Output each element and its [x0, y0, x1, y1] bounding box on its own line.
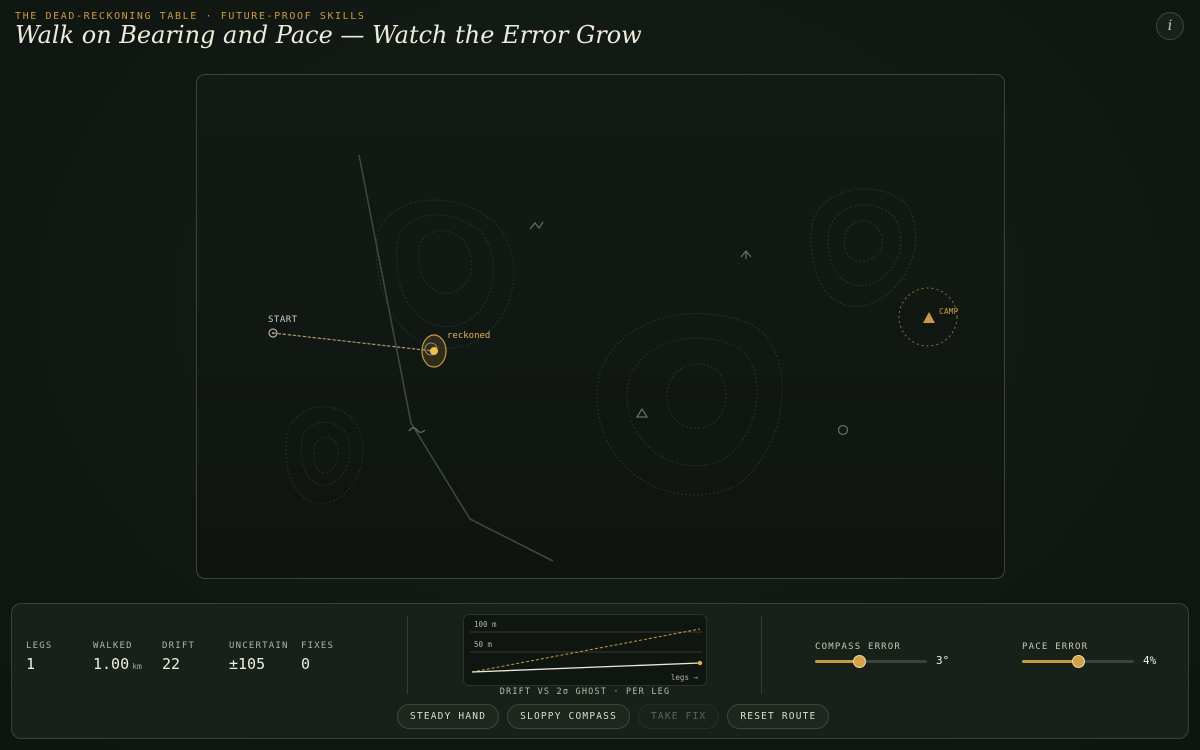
info-icon: i [1167, 18, 1173, 34]
stat-walked-value: 1.00 [93, 655, 130, 673]
pace-error-value: 4% [1143, 654, 1157, 667]
reckoned-label: reckoned [447, 331, 491, 341]
info-button[interactable]: i [1156, 12, 1184, 40]
stat-uncertain: UNCERTAIN ±105 [229, 641, 289, 673]
stat-fixes-value: 0 [301, 655, 311, 673]
marsh-marker-icon [529, 221, 544, 230]
compass-error-slider[interactable]: COMPASS ERROR 3° [815, 642, 965, 668]
stat-uncertain-value: ±105 [229, 655, 266, 673]
sparkline-tick-50: 50 m [474, 640, 493, 649]
pace-error-slider[interactable]: PACE ERROR 4% [1022, 642, 1172, 668]
page-title: Walk on Bearing and Pace — Watch the Err… [15, 21, 642, 49]
contour-hill-center [596, 312, 783, 496]
map-canvas[interactable]: START reckoned CAMP [196, 74, 1005, 579]
contour-hill-northeast [810, 188, 917, 307]
take-fix-button[interactable]: TAKE FIX [638, 704, 720, 729]
sparkline-drift-line [471, 662, 701, 673]
stat-walked: WALKED 1.00 km [93, 641, 142, 673]
action-buttons: STEADY HAND SLOPPY COMPASS TAKE FIX RESE… [397, 704, 830, 729]
sparkline-endpoint [697, 660, 703, 666]
peak-marker-icon [740, 250, 752, 259]
control-panel: LEGS 1 WALKED 1.00 km DRIFT 22 UNCERTAIN … [11, 603, 1189, 739]
start-label: START [268, 315, 298, 325]
pace-error-track[interactable] [1022, 655, 1134, 668]
sparkline-caption: DRIFT VS 2σ GHOST · PER LEG [499, 687, 671, 697]
stat-walked-unit: km [132, 662, 142, 671]
sparkline-ghost-line [471, 628, 701, 673]
reset-route-button[interactable]: RESET ROUTE [727, 704, 830, 729]
stat-drift-value: 22 [162, 655, 181, 673]
compass-error-thumb[interactable] [853, 655, 866, 668]
steady-hand-button[interactable]: STEADY HAND [397, 704, 500, 729]
stat-legs: LEGS 1 [26, 641, 53, 673]
map-terrain [268, 154, 958, 562]
stat-fixes: FIXES 0 [301, 641, 335, 673]
sparkline-tick-100: 100 m [474, 620, 497, 629]
panel-divider-left [407, 616, 408, 694]
panel-divider-right [761, 616, 762, 694]
drift-sparkline: 100 m 50 m legs → [463, 614, 707, 686]
sloppy-compass-button[interactable]: SLOPPY COMPASS [507, 704, 630, 729]
sparkline-x-hint: legs → [670, 673, 698, 682]
reckoned-position-marker[interactable] [430, 347, 438, 355]
river-line [358, 154, 554, 562]
pond-marker-icon [837, 424, 849, 436]
stat-drift: DRIFT 22 [162, 641, 196, 673]
camp-label: CAMP [939, 307, 959, 316]
contour-hill-southwest [285, 406, 364, 504]
camp-tent-icon [923, 312, 935, 323]
cairn-marker-icon [635, 407, 649, 418]
contour-hill-north [376, 199, 515, 349]
stat-legs-value: 1 [26, 655, 36, 673]
compass-error-track[interactable] [815, 655, 927, 668]
compass-error-value: 3° [936, 654, 950, 667]
pace-error-thumb[interactable] [1072, 655, 1085, 668]
